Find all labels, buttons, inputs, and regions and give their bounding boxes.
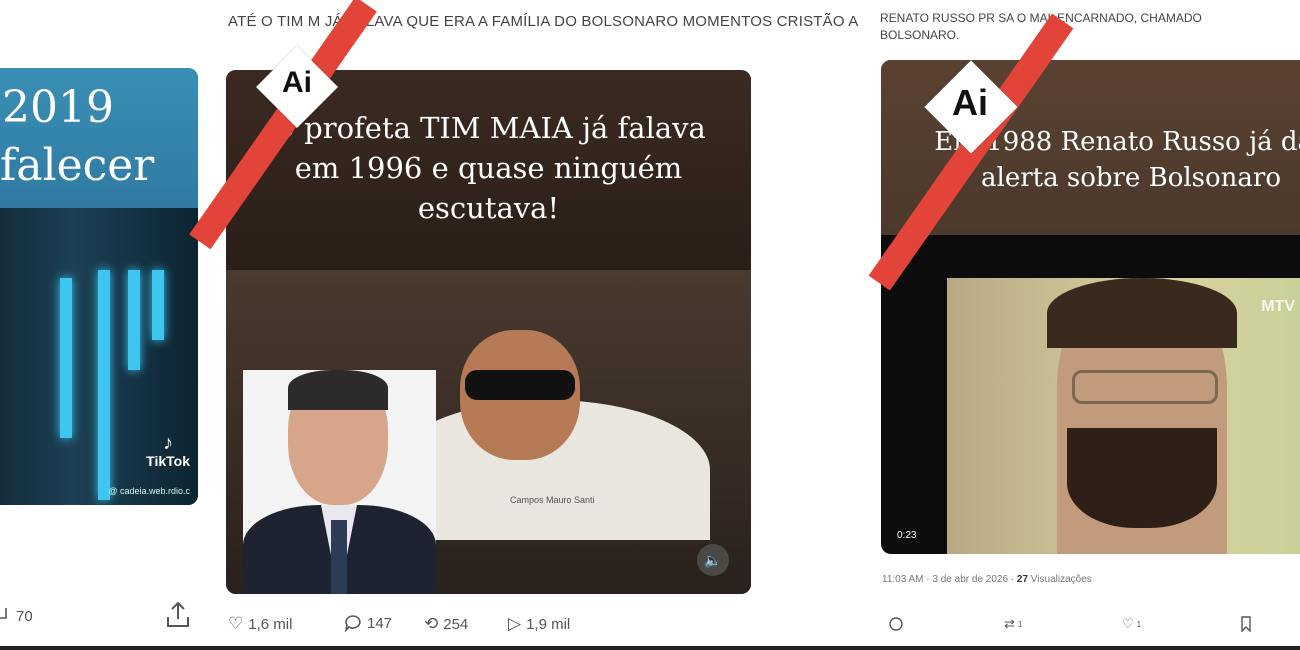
neon-light [60, 278, 72, 438]
share-icon[interactable] [165, 600, 191, 630]
reply-stat[interactable]: 147 [344, 614, 392, 632]
singer-photo: MTV [947, 278, 1300, 554]
views-icon: ▷ [508, 614, 522, 633]
views-stat[interactable]: ▷ 1,9 mil [508, 614, 570, 634]
ai-label: Ai [282, 66, 312, 99]
post-meta: 11:03 AM · 3 de abr de 2026 · 27 Visuali… [882, 574, 1092, 585]
tie [331, 520, 347, 594]
hair [288, 370, 388, 410]
reply-icon[interactable] [0, 606, 8, 624]
overlay-year-text: 2019 [2, 82, 114, 133]
like-count: 1,6 mil [248, 615, 293, 633]
reply-icon [889, 617, 903, 631]
reply-count: 147 [367, 614, 393, 632]
tiktok-video-thumbnail[interactable]: 2019 falecer ♪ TikTok @ cadeia.web.rdio.… [0, 68, 198, 505]
sunglasses [465, 370, 575, 400]
views-count: 1,9 mil [526, 615, 571, 633]
ai-stamp: Ai [868, 0, 1074, 300]
heart-icon: ♡ [1122, 616, 1134, 631]
shirt-print: Campos Mauro Santi [510, 495, 595, 505]
overlay-word-text: falecer [0, 140, 155, 191]
ai-label: Ai [952, 82, 988, 123]
hair [1047, 278, 1237, 348]
like-count: 1 [1136, 619, 1142, 629]
reply-count: 70 [16, 608, 33, 625]
neon-light [98, 270, 110, 500]
views-count: 27 [1016, 574, 1029, 585]
tiktok-label: TikTok [146, 453, 190, 469]
repost-icon: ⇄ [1004, 616, 1015, 631]
mtv-logo: MTV [1261, 298, 1295, 315]
beard [1067, 428, 1217, 528]
ai-stamp: Ai [189, 0, 380, 250]
reply-stat[interactable] [888, 616, 907, 632]
bottom-border [0, 646, 1300, 650]
politician-photo [243, 370, 436, 594]
repost-count: 254 [443, 615, 469, 633]
red-stripe [189, 0, 377, 250]
like-stat[interactable]: ♡ 1,6 mil [228, 614, 292, 634]
video-text-banner: 2019 falecer [0, 68, 198, 208]
neon-light [152, 270, 164, 340]
reply-icon [344, 615, 361, 632]
tiktok-icon: ♪ [163, 432, 174, 454]
heart-icon: ♡ [228, 614, 244, 633]
tiktok-source-text: @ cadeia.web.rdio.c [108, 486, 190, 496]
neon-light [128, 270, 140, 370]
bookmark-icon [1241, 616, 1251, 632]
speaker-icon[interactable]: 🔈 [697, 544, 729, 576]
like-stat[interactable]: ♡ 1 [1122, 616, 1141, 632]
post-time: 11:03 AM · 3 de abr de 2026 · [882, 574, 1017, 585]
views-label: Visualizações [1028, 574, 1092, 585]
glasses [1072, 370, 1218, 404]
tiktok-watermark: ♪ TikTok [146, 433, 190, 469]
repost-stat[interactable]: ⟲ 254 [424, 614, 468, 634]
bookmark-stat[interactable] [1240, 616, 1252, 632]
repost-count: 1 [1017, 619, 1023, 629]
repost-stat[interactable]: ⇄ 1 [1004, 616, 1022, 632]
video-timestamp: 0:23 [897, 530, 917, 541]
repost-icon: ⟲ [424, 614, 439, 633]
